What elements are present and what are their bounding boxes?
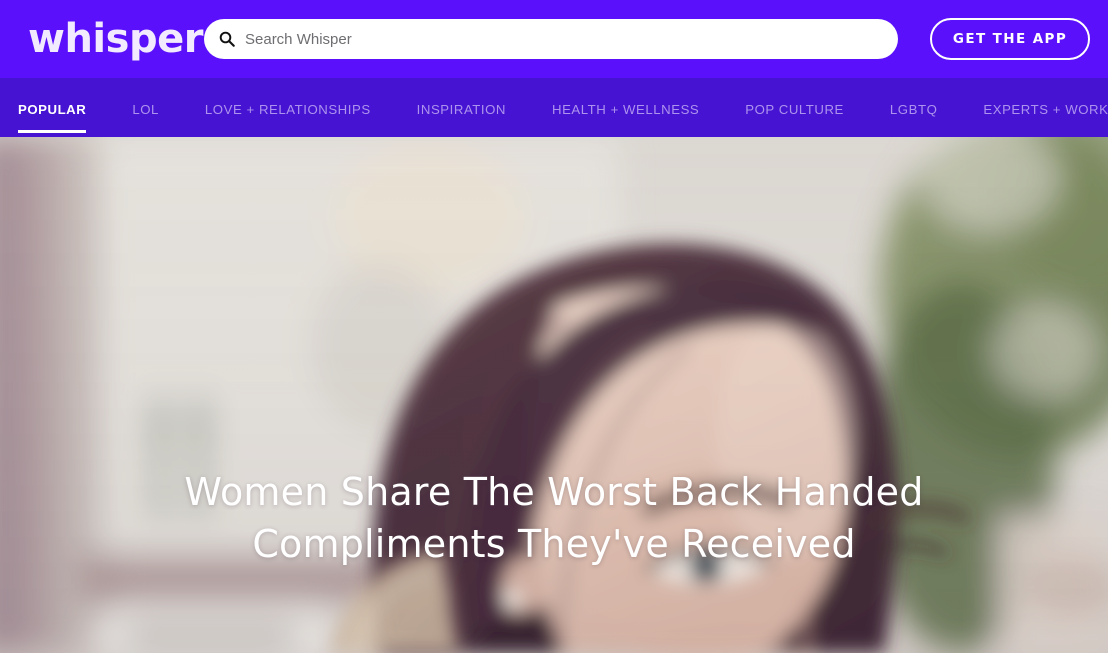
nav-item-love-relationships[interactable]: LOVE + RELATIONSHIPS bbox=[205, 78, 371, 116]
category-nav[interactable]: POPULAR LOL LOVE + RELATIONSHIPS INSPIRA… bbox=[0, 78, 1108, 137]
search-icon bbox=[219, 31, 235, 47]
nav-item-popular[interactable]: POPULAR bbox=[18, 78, 87, 134]
nav-item-lol[interactable]: LOL bbox=[132, 78, 159, 116]
whisper-page: whisper GET THE APP POPULAR LOL LOVE + R… bbox=[0, 0, 1108, 653]
nav-item-pop-culture[interactable]: POP CULTURE bbox=[745, 78, 844, 116]
nav-item-inspiration[interactable]: INSPIRATION bbox=[417, 78, 506, 116]
site-header: whisper GET THE APP bbox=[0, 0, 1108, 78]
get-the-app-button[interactable]: GET THE APP bbox=[930, 18, 1090, 60]
nav-item-lgbtq[interactable]: LGBTQ bbox=[890, 78, 937, 116]
search-bar[interactable] bbox=[204, 19, 898, 59]
nav-strip: POPULAR LOL LOVE + RELATIONSHIPS INSPIRA… bbox=[0, 78, 1108, 137]
nav-item-health-wellness[interactable]: HEALTH + WELLNESS bbox=[552, 78, 699, 116]
nav-item-experts-workplace[interactable]: EXPERTS + WORKPLACE bbox=[983, 78, 1108, 116]
search-input[interactable] bbox=[245, 21, 898, 57]
whisper-logo[interactable]: whisper bbox=[28, 19, 203, 59]
hero-featured-story[interactable]: Women Share The Worst Back Handed Compli… bbox=[0, 137, 1108, 653]
hero-image bbox=[0, 137, 1108, 653]
